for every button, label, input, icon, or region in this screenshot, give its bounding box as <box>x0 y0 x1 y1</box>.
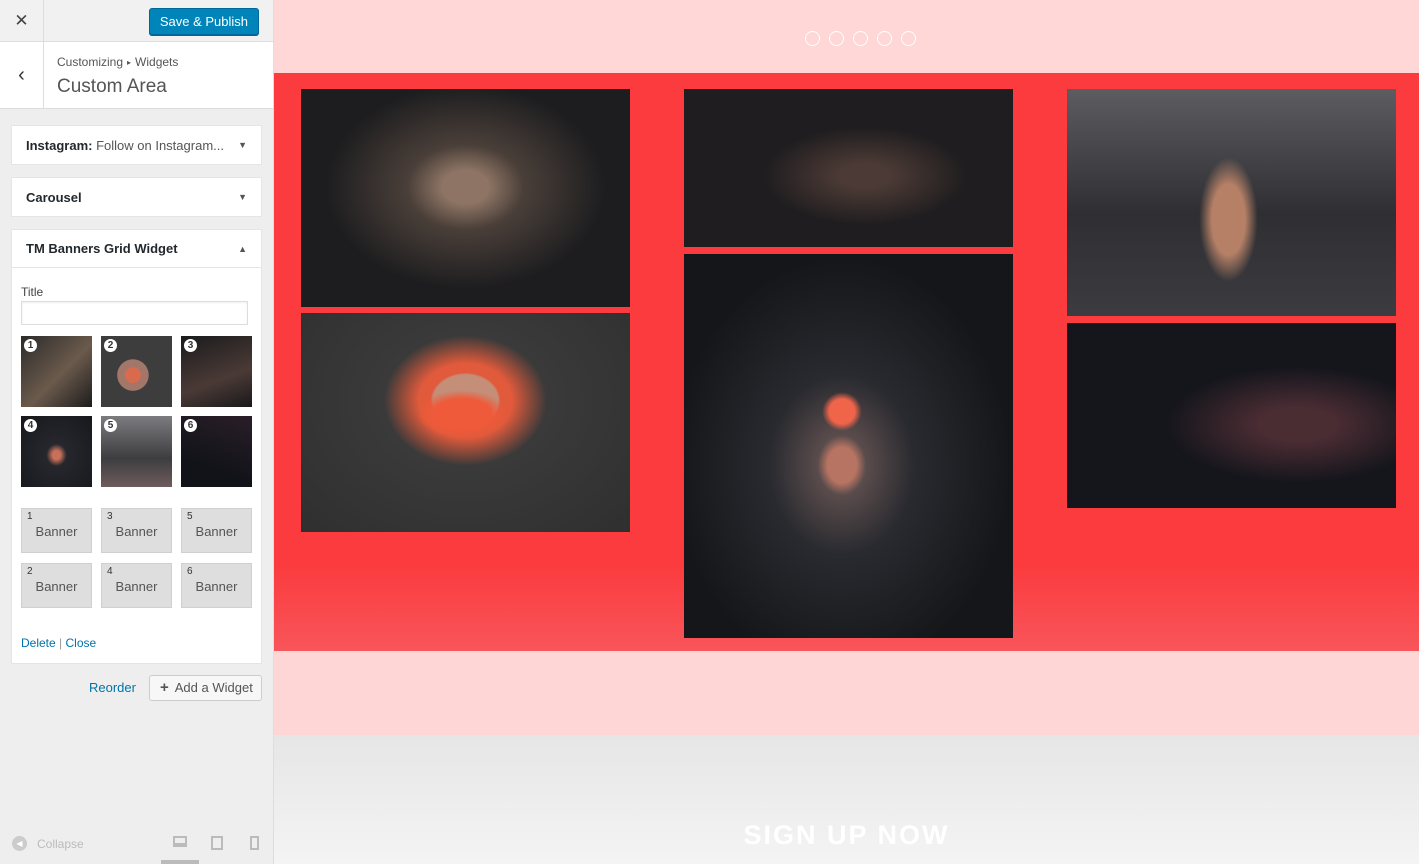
widget-header[interactable]: Carousel ▼ <box>12 178 261 216</box>
back-arrow-icon[interactable]: ‹ <box>0 42 44 108</box>
banner-image[interactable] <box>1067 323 1396 508</box>
banner-slot-button[interactable]: 1 Banner <box>21 508 92 553</box>
delete-link[interactable]: Delete <box>21 636 56 650</box>
banner-slot-button[interactable]: 3 Banner <box>101 508 172 553</box>
banner-slot-button[interactable]: 2 Banner <box>21 563 92 608</box>
desktop-preview-icon[interactable] <box>173 836 187 847</box>
expand-arrow-icon[interactable]: ▼ <box>238 192 247 202</box>
reorder-link[interactable]: Reorder <box>89 680 136 695</box>
banner-image[interactable] <box>301 89 630 307</box>
tablet-preview-icon[interactable] <box>211 836 223 850</box>
section-header: ‹ Customizing ▸ Widgets Custom Area <box>0 42 273 109</box>
banner-thumbnail[interactable]: 2 <box>101 336 172 407</box>
breadcrumb: Customizing ▸ Widgets <box>57 55 178 69</box>
customizer-sidebar: ✕ Save & Publish ‹ Customizing ▸ Widgets C… <box>0 0 274 864</box>
collapse-label: Collapse <box>37 836 84 851</box>
site-preview: SIGN UP NOW <box>274 0 1419 864</box>
plus-icon: + <box>160 679 169 696</box>
collapse-arrow-icon[interactable]: ▲ <box>238 244 247 254</box>
widget-header[interactable]: TM Banners Grid Widget ▲ <box>12 230 261 268</box>
banner-slot-number: 6 <box>187 566 193 577</box>
carousel-dot[interactable] <box>877 31 892 46</box>
banner-slot-label: Banner <box>195 524 238 539</box>
thumbnail-number: 5 <box>104 419 117 432</box>
widget-actions: Delete | Close <box>21 636 96 650</box>
banner-thumbnail[interactable]: 5 <box>101 416 172 487</box>
banner-slot-button[interactable]: 4 Banner <box>101 563 172 608</box>
banner-thumbnail[interactable]: 1 <box>21 336 92 407</box>
banner-slot-number: 2 <box>27 566 33 577</box>
banner-slot-label: Banner <box>115 524 158 539</box>
banner-slot-number: 4 <box>107 566 113 577</box>
banner-slot-label: Banner <box>195 579 238 594</box>
collapse-arrow-icon: ◀ <box>12 836 27 851</box>
banner-thumbnail[interactable]: 4 <box>21 416 92 487</box>
carousel-dot[interactable] <box>901 31 916 46</box>
widget-name: TM Banners Grid Widget <box>26 241 178 256</box>
add-widget-label: Add a Widget <box>174 680 253 695</box>
banner-image[interactable] <box>1067 89 1396 316</box>
add-widget-button[interactable]: + Add a Widget <box>149 675 262 701</box>
banner-slot-number: 1 <box>27 511 33 522</box>
banner-slot-number: 3 <box>107 511 113 522</box>
widget-name: Instagram: <box>26 137 93 153</box>
banner-thumbnail[interactable]: 6 <box>181 416 252 487</box>
breadcrumb-item: Widgets <box>135 55 179 69</box>
widget-instagram[interactable]: Instagram: Follow on Instagram... ▼ <box>11 125 262 165</box>
breadcrumb-item: Customizing <box>57 55 124 69</box>
collapse-button[interactable]: ◀ Collapse <box>12 836 84 851</box>
widget-carousel[interactable]: Carousel ▼ <box>11 177 262 217</box>
banner-slot-label: Banner <box>35 579 78 594</box>
signup-heading[interactable]: SIGN UP NOW <box>274 820 1419 851</box>
active-device-indicator <box>161 860 199 864</box>
actions-separator: | <box>59 636 63 650</box>
banner-thumbnail[interactable]: 3 <box>181 336 252 407</box>
expand-arrow-icon[interactable]: ▼ <box>238 140 247 150</box>
thumbnail-number: 6 <box>184 419 197 432</box>
customizer-header: ✕ Save & Publish <box>0 0 273 42</box>
section-title: Custom Area <box>57 76 167 97</box>
close-icon[interactable]: ✕ <box>0 0 44 42</box>
save-publish-button[interactable]: Save & Publish <box>148 8 259 35</box>
widget-header[interactable]: Instagram: Follow on Instagram... ▼ <box>12 126 261 164</box>
banner-slot-label: Banner <box>35 524 78 539</box>
banner-slot-label: Banner <box>115 579 158 594</box>
banner-slot-number: 5 <box>187 511 193 522</box>
breadcrumb-separator-icon: ▸ <box>127 58 132 67</box>
thumbnail-number: 1 <box>24 339 37 352</box>
banner-image[interactable] <box>684 254 1013 638</box>
mobile-preview-icon[interactable] <box>250 836 259 850</box>
title-label: Title <box>21 285 44 299</box>
banner-image[interactable] <box>684 89 1013 247</box>
banner-slot-button[interactable]: 5 Banner <box>181 508 252 553</box>
carousel-dot[interactable] <box>829 31 844 46</box>
widget-name: Carousel <box>26 189 82 205</box>
banner-image[interactable] <box>301 313 630 532</box>
carousel-dot[interactable] <box>853 31 868 46</box>
widget-banners-grid: TM Banners Grid Widget ▲ Title 1 2 3 4 5… <box>11 229 262 664</box>
title-input[interactable] <box>21 301 248 325</box>
banner-slot-button[interactable]: 6 Banner <box>181 563 252 608</box>
customizer-footer: ◀ Collapse <box>0 824 273 864</box>
carousel-pagination <box>805 31 916 46</box>
widget-subtitle: Follow on Instagram... <box>96 137 224 153</box>
thumbnail-number: 2 <box>104 339 117 352</box>
thumbnail-number: 4 <box>24 419 37 432</box>
thumbnail-number: 3 <box>184 339 197 352</box>
spacer-band <box>274 651 1419 735</box>
close-link[interactable]: Close <box>66 636 97 650</box>
carousel-dot[interactable] <box>805 31 820 46</box>
